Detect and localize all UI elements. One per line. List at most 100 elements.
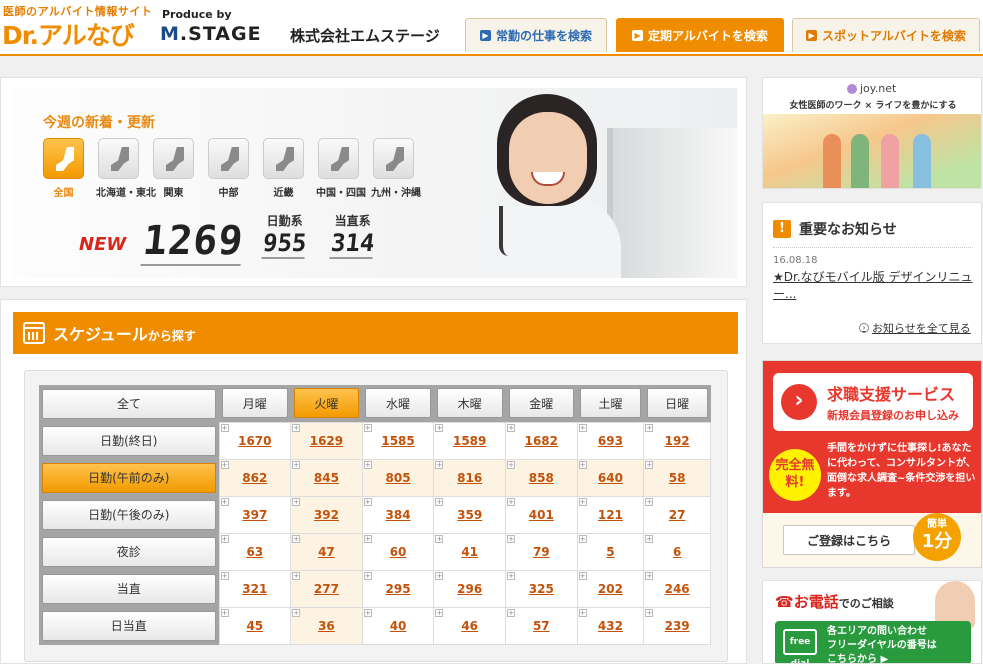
job-count-link[interactable]: 79 <box>533 545 550 559</box>
shift-type-button[interactable]: 日勤(午後のみ) <box>42 499 216 530</box>
plus-icon[interactable]: + <box>645 423 654 432</box>
job-count-link[interactable]: 6 <box>673 545 681 559</box>
plus-icon[interactable]: + <box>220 571 229 580</box>
job-count-link[interactable]: 121 <box>598 508 623 522</box>
job-count-link[interactable]: 640 <box>598 471 623 485</box>
region-kinki[interactable]: 近畿 <box>261 138 306 199</box>
day-button-sat[interactable]: 土曜 <box>580 388 641 419</box>
tab-fulltime-search[interactable]: ▶ 常勤の仕事を検索 <box>465 18 607 52</box>
plus-icon[interactable]: + <box>645 497 654 506</box>
plus-icon[interactable]: + <box>578 497 587 506</box>
plus-icon[interactable]: + <box>578 608 587 617</box>
job-support-link[interactable]: › 求職支援サービス 新規会員登録のお申し込み <box>773 373 973 431</box>
job-count-link[interactable]: 816 <box>457 471 482 485</box>
job-count-link[interactable]: 60 <box>390 545 407 559</box>
plus-icon[interactable]: + <box>363 497 372 506</box>
job-count-link[interactable]: 58 <box>669 471 686 485</box>
plus-icon[interactable]: + <box>435 497 444 506</box>
job-count-link[interactable]: 5 <box>606 545 614 559</box>
day-button-thu[interactable]: 木曜 <box>436 388 503 419</box>
plus-icon[interactable]: + <box>435 571 444 580</box>
plus-icon[interactable]: + <box>578 534 587 543</box>
day-button-fri[interactable]: 金曜 <box>508 388 575 419</box>
job-count-link[interactable]: 57 <box>533 619 550 633</box>
job-count-link[interactable]: 192 <box>665 434 690 448</box>
job-count-link[interactable]: 321 <box>242 582 267 596</box>
job-count-link[interactable]: 359 <box>457 508 482 522</box>
mstage-logo[interactable]: M.STAGE <box>160 23 262 45</box>
plus-icon[interactable]: + <box>220 534 229 543</box>
plus-icon[interactable]: + <box>220 423 229 432</box>
plus-icon[interactable]: + <box>645 534 654 543</box>
day-button-sun[interactable]: 日曜 <box>646 388 708 419</box>
job-count-link[interactable]: 246 <box>665 582 690 596</box>
plus-icon[interactable]: + <box>578 460 587 469</box>
plus-icon[interactable]: + <box>507 571 515 580</box>
plus-icon[interactable]: + <box>292 608 301 617</box>
job-count-link[interactable]: 397 <box>242 508 267 522</box>
job-count-link[interactable]: 1682 <box>525 434 558 448</box>
shift-type-button[interactable]: 日勤(午前のみ) <box>42 462 216 493</box>
job-count-link[interactable]: 41 <box>461 545 478 559</box>
job-count-link[interactable]: 239 <box>665 619 690 633</box>
plus-icon[interactable]: + <box>578 423 587 432</box>
shift-type-button[interactable]: 当直 <box>42 573 216 604</box>
job-count-link[interactable]: 1589 <box>453 434 486 448</box>
plus-icon[interactable]: + <box>435 608 444 617</box>
region-zenkoku[interactable]: 全国 <box>41 138 86 199</box>
day-button-tue[interactable]: 火曜 <box>293 388 360 419</box>
job-count-link[interactable]: 693 <box>598 434 623 448</box>
region-chubu[interactable]: 中部 <box>206 138 251 199</box>
plus-icon[interactable]: + <box>578 571 587 580</box>
plus-icon[interactable]: + <box>220 460 229 469</box>
job-count-link[interactable]: 325 <box>529 582 554 596</box>
plus-icon[interactable]: + <box>363 423 372 432</box>
plus-icon[interactable]: + <box>292 497 301 506</box>
plus-icon[interactable]: + <box>645 608 654 617</box>
job-count-link[interactable]: 401 <box>529 508 554 522</box>
plus-icon[interactable]: + <box>220 608 229 617</box>
plus-icon[interactable]: + <box>292 460 301 469</box>
job-count-link[interactable]: 202 <box>598 582 623 596</box>
tab-spot-parttime-search[interactable]: ▶ スポットアルバイトを検索 <box>792 18 980 52</box>
plus-icon[interactable]: + <box>220 497 229 506</box>
job-count-link[interactable]: 1629 <box>310 434 343 448</box>
job-count-link[interactable]: 296 <box>457 582 482 596</box>
register-button[interactable]: ご登録はこちら <box>783 525 915 555</box>
job-count-link[interactable]: 858 <box>529 471 554 485</box>
job-count-link[interactable]: 805 <box>386 471 411 485</box>
plus-icon[interactable]: + <box>363 534 372 543</box>
job-count-link[interactable]: 277 <box>314 582 339 596</box>
job-count-link[interactable]: 45 <box>246 619 263 633</box>
shift-type-button[interactable]: 日当直 <box>42 610 216 641</box>
job-count-link[interactable]: 295 <box>386 582 411 596</box>
plus-icon[interactable]: + <box>507 497 515 506</box>
job-count-link[interactable]: 862 <box>242 471 267 485</box>
region-kanto[interactable]: 関東 <box>151 138 196 199</box>
plus-icon[interactable]: + <box>363 571 372 580</box>
job-count-link[interactable]: 36 <box>318 619 335 633</box>
plus-icon[interactable]: + <box>292 571 301 580</box>
job-count-link[interactable]: 1670 <box>238 434 271 448</box>
plus-icon[interactable]: + <box>507 423 515 432</box>
job-count-link[interactable]: 40 <box>390 619 407 633</box>
plus-icon[interactable]: + <box>292 423 301 432</box>
region-chugoku-shikoku[interactable]: 中国・四国 <box>316 138 366 199</box>
job-count-link[interactable]: 63 <box>246 545 263 559</box>
job-count-link[interactable]: 47 <box>318 545 335 559</box>
job-count-link[interactable]: 432 <box>598 619 623 633</box>
site-logo[interactable]: Dr.アルなび <box>2 16 135 52</box>
plus-icon[interactable]: + <box>363 460 372 469</box>
plus-icon[interactable]: + <box>507 534 515 543</box>
plus-icon[interactable]: + <box>435 534 444 543</box>
day-button-mon[interactable]: 月曜 <box>222 388 288 419</box>
joy-net-banner[interactable]: joy.net 女性医師のワーク × ライフを豊かにする <box>762 77 982 189</box>
plus-icon[interactable]: + <box>435 423 444 432</box>
all-notices-link[interactable]: › お知らせを全て見る <box>859 320 971 336</box>
plus-icon[interactable]: + <box>507 608 515 617</box>
region-kyushu-okinawa[interactable]: 九州・沖縄 <box>371 138 421 199</box>
job-count-link[interactable]: 392 <box>314 508 339 522</box>
notice-link[interactable]: ★Dr.なびモバイル版 デザインリニュー... <box>773 269 978 303</box>
plus-icon[interactable]: + <box>507 460 515 469</box>
job-count-link[interactable]: 845 <box>314 471 339 485</box>
